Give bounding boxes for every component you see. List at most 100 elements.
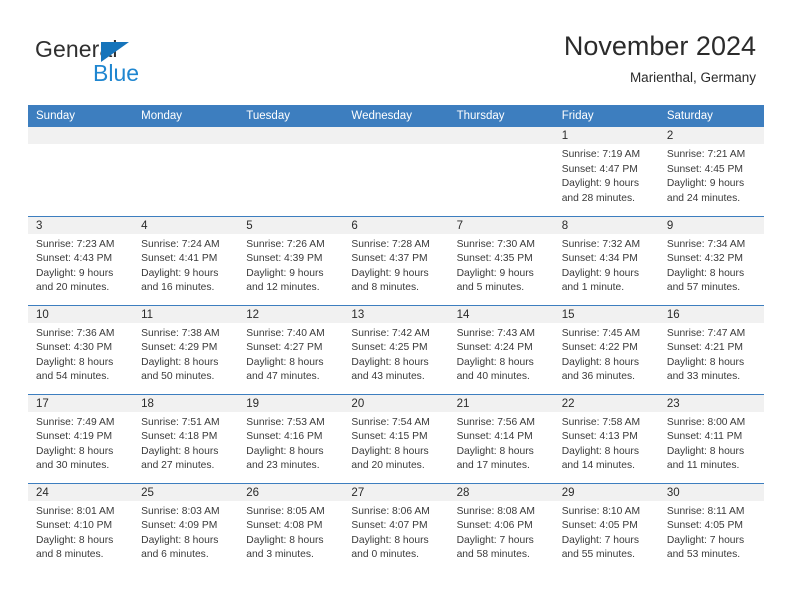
calendar-page: General Blue November 2024 Marienthal, G… xyxy=(0,0,792,612)
calendar-day-cell[interactable]: 6 Sunrise: 7:28 AM Sunset: 4:37 PM Daylight… xyxy=(343,215,449,305)
day-number: 21 xyxy=(448,394,554,412)
day-number: 19 xyxy=(238,394,344,412)
calendar-day-cell[interactable]: 10 Sunrise: 7:36 AM Sunset: 4:30 PM Dayligh… xyxy=(28,304,134,394)
calendar-day-cell[interactable]: 17 Sunrise: 7:49 AM Sunset: 4:19 PM Dayligh… xyxy=(28,393,134,483)
sunrise-text: Sunrise: 7:36 AM xyxy=(36,327,115,339)
sunrise-text: Sunrise: 7:45 AM xyxy=(561,327,641,339)
calendar-day-cell[interactable]: 9 Sunrise: 7:34 AM Sunset: 4:32 PM Daylight… xyxy=(658,215,764,305)
sunrise-text: Sunrise: 7:49 AM xyxy=(36,416,115,428)
calendar-day-cell[interactable]: 20 Sunrise: 7:54 AM Sunset: 4:15 PM Dayligh… xyxy=(343,393,449,483)
calendar-day-cell-empty xyxy=(133,127,239,216)
sunset-text: Sunset: 4:09 PM xyxy=(141,520,218,532)
calendar-day-cell[interactable]: 12 Sunrise: 7:40 AM Sunset: 4:27 PM Dayligh… xyxy=(238,304,344,394)
calendar-day-cell[interactable]: 16 Sunrise: 7:47 AM Sunset: 4:21 PM Dayligh… xyxy=(658,304,764,394)
daylight-text-line1: Daylight: 8 hours xyxy=(246,356,324,368)
sunrise-text: Sunrise: 7:26 AM xyxy=(246,238,325,250)
day-number: 23 xyxy=(658,394,764,412)
daylight-text-line2: and 50 minutes. xyxy=(141,371,215,383)
calendar-day-cell[interactable]: 26 Sunrise: 8:05 AM Sunset: 4:08 PM Dayligh… xyxy=(238,482,344,572)
calendar-day-cell[interactable]: 29 Sunrise: 8:10 AM Sunset: 4:05 PM Dayligh… xyxy=(553,482,659,572)
sunrise-text: Sunrise: 7:42 AM xyxy=(351,327,430,339)
daylight-text-line2: and 1 minute. xyxy=(561,282,625,294)
weekday-header-sunday: Sunday xyxy=(28,105,134,127)
daylight-text-line2: and 28 minutes. xyxy=(561,192,635,204)
daylight-text-line1: Daylight: 8 hours xyxy=(561,356,639,368)
day-details: Sunrise: 8:08 AM Sunset: 4:06 PM Daylight:… xyxy=(449,501,554,563)
sunrise-text: Sunrise: 7:54 AM xyxy=(351,416,430,428)
page-title: November 2024 xyxy=(563,31,756,61)
calendar-container: Sunday Monday Tuesday Wednesday Thursday… xyxy=(28,105,764,572)
calendar-day-cell[interactable]: 15 Sunrise: 7:45 AM Sunset: 4:22 PM Dayligh… xyxy=(553,304,659,394)
daylight-text-line1: Daylight: 8 hours xyxy=(36,356,114,368)
daylight-text-line2: and 43 minutes. xyxy=(351,371,425,383)
sunrise-text: Sunrise: 8:01 AM xyxy=(36,505,115,517)
day-number: 18 xyxy=(133,394,239,412)
calendar-day-cell[interactable]: 21 Sunrise: 7:56 AM Sunset: 4:14 PM Dayligh… xyxy=(448,393,554,483)
day-details: Sunrise: 7:30 AM Sunset: 4:35 PM Daylight:… xyxy=(449,234,554,296)
day-number: 20 xyxy=(343,394,449,412)
weekday-header-friday: Friday xyxy=(553,105,659,127)
day-details: Sunrise: 8:05 AM Sunset: 4:08 PM Daylight:… xyxy=(238,501,343,563)
calendar-day-cell[interactable]: 14 Sunrise: 7:43 AM Sunset: 4:24 PM Dayligh… xyxy=(448,304,554,394)
sunset-text: Sunset: 4:15 PM xyxy=(351,431,428,443)
day-number: 25 xyxy=(133,483,239,501)
calendar-day-cell[interactable]: 2 Sunrise: 7:21 AM Sunset: 4:45 PM Daylight… xyxy=(658,127,764,216)
day-details: Sunrise: 7:24 AM Sunset: 4:41 PM Daylight:… xyxy=(133,234,238,296)
day-details: Sunrise: 8:03 AM Sunset: 4:09 PM Daylight:… xyxy=(133,501,238,563)
daylight-text-line2: and 27 minutes. xyxy=(141,460,215,472)
sunset-text: Sunset: 4:43 PM xyxy=(36,253,113,265)
day-details: Sunrise: 7:38 AM Sunset: 4:29 PM Daylight:… xyxy=(133,323,238,385)
calendar-day-cell[interactable]: 1 Sunrise: 7:19 AM Sunset: 4:47 PM Daylight… xyxy=(553,127,659,216)
daylight-text-line1: Daylight: 8 hours xyxy=(141,534,219,546)
day-details: Sunrise: 7:49 AM Sunset: 4:19 PM Daylight:… xyxy=(28,412,133,474)
daylight-text-line2: and 6 minutes. xyxy=(141,549,209,561)
day-details: Sunrise: 7:36 AM Sunset: 4:30 PM Daylight:… xyxy=(28,323,133,385)
sunset-text: Sunset: 4:19 PM xyxy=(36,431,113,443)
daylight-text-line1: Daylight: 9 hours xyxy=(246,267,324,279)
sunset-text: Sunset: 4:24 PM xyxy=(456,342,533,354)
sunrise-text: Sunrise: 8:00 AM xyxy=(666,416,746,428)
day-details: Sunrise: 7:51 AM Sunset: 4:18 PM Daylight:… xyxy=(133,412,238,474)
daylight-text-line1: Daylight: 8 hours xyxy=(456,445,534,457)
day-number: 6 xyxy=(343,216,449,234)
calendar-day-cell[interactable]: 28 Sunrise: 8:08 AM Sunset: 4:06 PM Dayligh… xyxy=(448,482,554,572)
day-number: 26 xyxy=(238,483,344,501)
calendar-day-cell[interactable]: 24 Sunrise: 8:01 AM Sunset: 4:10 PM Dayligh… xyxy=(28,482,134,572)
day-number: 13 xyxy=(343,305,449,323)
day-number: 29 xyxy=(553,483,659,501)
day-details: Sunrise: 8:06 AM Sunset: 4:07 PM Daylight:… xyxy=(343,501,448,563)
daylight-text-line2: and 17 minutes. xyxy=(456,460,530,472)
general-blue-logo[interactable]: General Blue xyxy=(35,36,245,88)
sunset-text: Sunset: 4:47 PM xyxy=(561,163,638,175)
day-details: Sunrise: 7:40 AM Sunset: 4:27 PM Daylight:… xyxy=(238,323,343,385)
weekday-header-wednesday: Wednesday xyxy=(343,105,449,127)
calendar-day-cell[interactable]: 25 Sunrise: 8:03 AM Sunset: 4:09 PM Dayligh… xyxy=(133,482,239,572)
day-details: Sunrise: 7:53 AM Sunset: 4:16 PM Daylight:… xyxy=(238,412,343,474)
sunrise-text: Sunrise: 7:28 AM xyxy=(351,238,430,250)
calendar-day-cell[interactable]: 3 Sunrise: 7:23 AM Sunset: 4:43 PM Daylight… xyxy=(28,215,134,305)
day-number: 2 xyxy=(658,127,764,144)
calendar-day-cell[interactable]: 19 Sunrise: 7:53 AM Sunset: 4:16 PM Dayligh… xyxy=(238,393,344,483)
calendar-day-cell-empty xyxy=(448,127,554,216)
calendar-day-cell[interactable]: 22 Sunrise: 7:58 AM Sunset: 4:13 PM Dayligh… xyxy=(553,393,659,483)
calendar-day-cell[interactable]: 30 Sunrise: 8:11 AM Sunset: 4:05 PM Dayligh… xyxy=(658,482,764,572)
daylight-text-line2: and 54 minutes. xyxy=(36,371,110,383)
daylight-text-line1: Daylight: 9 hours xyxy=(561,178,639,190)
calendar-day-cell[interactable]: 5 Sunrise: 7:26 AM Sunset: 4:39 PM Daylight… xyxy=(238,215,344,305)
daylight-text-line1: Daylight: 8 hours xyxy=(141,445,219,457)
daylight-text-line1: Daylight: 8 hours xyxy=(351,534,429,546)
calendar-day-cell[interactable]: 27 Sunrise: 8:06 AM Sunset: 4:07 PM Dayligh… xyxy=(343,482,449,572)
calendar-day-cell[interactable]: 18 Sunrise: 7:51 AM Sunset: 4:18 PM Dayligh… xyxy=(133,393,239,483)
sunset-text: Sunset: 4:08 PM xyxy=(246,520,323,532)
day-number: 15 xyxy=(553,305,659,323)
calendar-week-row: 3 Sunrise: 7:23 AM Sunset: 4:43 PM Daylight… xyxy=(28,215,764,305)
sunset-text: Sunset: 4:07 PM xyxy=(351,520,428,532)
calendar-day-cell[interactable]: 11 Sunrise: 7:38 AM Sunset: 4:29 PM Dayligh… xyxy=(133,304,239,394)
calendar-day-cell[interactable]: 13 Sunrise: 7:42 AM Sunset: 4:25 PM Dayligh… xyxy=(343,304,449,394)
calendar-day-cell[interactable]: 7 Sunrise: 7:30 AM Sunset: 4:35 PM Daylight… xyxy=(448,215,554,305)
calendar-day-cell[interactable]: 23 Sunrise: 8:00 AM Sunset: 4:11 PM Dayligh… xyxy=(658,393,764,483)
calendar-week-row: 24 Sunrise: 8:01 AM Sunset: 4:10 PM Dayligh… xyxy=(28,482,764,572)
calendar-day-cell[interactable]: 4 Sunrise: 7:24 AM Sunset: 4:41 PM Daylight… xyxy=(133,215,239,305)
day-number: 27 xyxy=(343,483,449,501)
calendar-day-cell[interactable]: 8 Sunrise: 7:32 AM Sunset: 4:34 PM Daylight… xyxy=(553,215,659,305)
